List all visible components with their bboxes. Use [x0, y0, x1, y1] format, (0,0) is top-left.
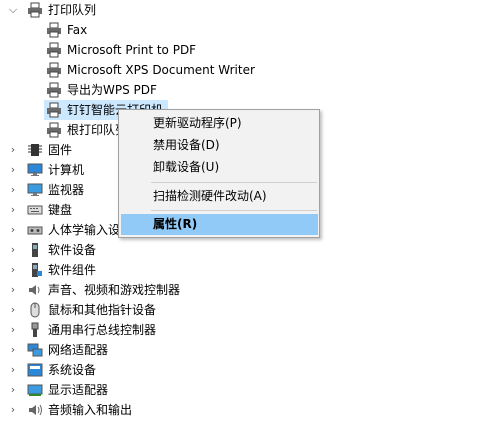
menu-separator	[151, 182, 317, 183]
category-label: 软件设备	[48, 243, 97, 257]
display-adapter-icon	[27, 382, 43, 398]
tree-node-category[interactable]: › 显示适配器	[0, 380, 488, 400]
chevron-down-icon[interactable]: ⌵	[6, 0, 20, 20]
printer-icon	[46, 42, 62, 58]
category-label: 系统设备	[48, 363, 97, 377]
category-label: 软件组件	[48, 263, 97, 277]
menu-item-label: 卸载设备(U)	[153, 160, 220, 174]
tree-node-print-queues[interactable]: ⌵ 打印队列	[0, 0, 488, 20]
chevron-right-icon[interactable]: ›	[6, 400, 20, 420]
monitor-icon	[27, 182, 43, 198]
chevron-right-icon[interactable]: ›	[6, 240, 20, 260]
chevron-right-icon[interactable]: ›	[6, 300, 20, 320]
category-label: 鼠标和其他指针设备	[48, 303, 157, 317]
printer-icon	[46, 82, 62, 98]
category-label: 网络适配器	[48, 343, 109, 357]
software-device-icon	[27, 242, 43, 258]
printer-item[interactable]: Microsoft XPS Document Writer	[0, 60, 488, 80]
category-label: 音频输入和输出	[48, 403, 133, 417]
printer-item[interactable]: 导出为WPS PDF	[0, 80, 488, 100]
category-label: 计算机	[48, 163, 85, 177]
tree-node-category[interactable]: › 系统设备	[0, 360, 488, 380]
chevron-right-icon[interactable]: ›	[6, 260, 20, 280]
printer-icon	[46, 62, 62, 78]
menu-item-properties[interactable]: 属性(R)	[121, 214, 318, 235]
chevron-right-icon[interactable]: ›	[6, 160, 20, 180]
firmware-chip-icon	[27, 142, 43, 158]
category-label: 固件	[48, 143, 73, 157]
tree-node-label: 打印队列	[48, 3, 97, 17]
context-menu: 更新驱动程序(P) 禁用设备(D) 卸载设备(U) 扫描检测硬件改动(A) 属性…	[118, 109, 320, 238]
tree-node-category[interactable]: › 软件设备	[0, 240, 488, 260]
menu-item-label: 禁用设备(D)	[153, 138, 220, 152]
printer-icon	[46, 22, 62, 38]
menu-item-disable-device[interactable]: 禁用设备(D)	[121, 135, 318, 156]
chevron-right-icon[interactable]: ›	[6, 340, 20, 360]
menu-separator	[151, 210, 317, 211]
hid-device-icon	[27, 222, 43, 238]
chevron-right-icon[interactable]: ›	[6, 180, 20, 200]
category-label: 声音、视频和游戏控制器	[48, 283, 181, 297]
chevron-right-icon[interactable]: ›	[6, 380, 20, 400]
menu-item-label: 属性(R)	[153, 217, 198, 231]
tree-node-category[interactable]: › 网络适配器	[0, 340, 488, 360]
menu-item-uninstall-device[interactable]: 卸载设备(U)	[121, 157, 318, 178]
printer-label: Microsoft XPS Document Writer	[67, 63, 255, 77]
chevron-right-icon[interactable]: ›	[6, 320, 20, 340]
menu-item-label: 扫描检测硬件改动(A)	[153, 189, 267, 203]
speaker-icon	[27, 282, 43, 298]
mouse-icon	[27, 302, 43, 318]
chevron-right-icon[interactable]: ›	[6, 200, 20, 220]
chevron-right-icon[interactable]: ›	[6, 360, 20, 380]
menu-item-label: 更新驱动程序(P)	[153, 116, 242, 130]
chevron-right-icon[interactable]: ›	[6, 220, 20, 240]
category-label: 键盘	[48, 203, 73, 217]
printer-icon	[46, 122, 62, 138]
audio-io-icon	[27, 402, 43, 418]
software-component-icon	[27, 262, 43, 278]
tree-node-category[interactable]: › 软件组件	[0, 260, 488, 280]
tree-node-category[interactable]: › 声音、视频和游戏控制器	[0, 280, 488, 300]
printer-label: Microsoft Print to PDF	[67, 43, 197, 57]
menu-item-update-driver[interactable]: 更新驱动程序(P)	[121, 113, 318, 134]
tree-node-category[interactable]: › 通用串行总线控制器	[0, 320, 488, 340]
tree-node-category[interactable]: › 鼠标和其他指针设备	[0, 300, 488, 320]
computer-monitor-icon	[27, 162, 43, 178]
usb-icon	[27, 322, 43, 338]
printer-label: 导出为WPS PDF	[67, 83, 157, 97]
category-label: 监视器	[48, 183, 85, 197]
category-label: 通用串行总线控制器	[48, 323, 157, 337]
printer-label: Fax	[67, 23, 88, 37]
keyboard-icon	[27, 202, 43, 218]
system-device-icon	[27, 362, 43, 378]
menu-item-scan-hardware[interactable]: 扫描检测硬件改动(A)	[121, 186, 318, 207]
printer-item[interactable]: Microsoft Print to PDF	[0, 40, 488, 60]
chevron-right-icon[interactable]: ›	[6, 140, 20, 160]
chevron-right-icon[interactable]: ›	[6, 280, 20, 300]
printer-item[interactable]: Fax	[0, 20, 488, 40]
network-adapter-icon	[27, 342, 43, 358]
printer-icon	[27, 2, 43, 18]
tree-node-category[interactable]: › 音频输入和输出	[0, 400, 488, 420]
category-label: 显示适配器	[48, 383, 109, 397]
printer-icon	[46, 102, 62, 118]
